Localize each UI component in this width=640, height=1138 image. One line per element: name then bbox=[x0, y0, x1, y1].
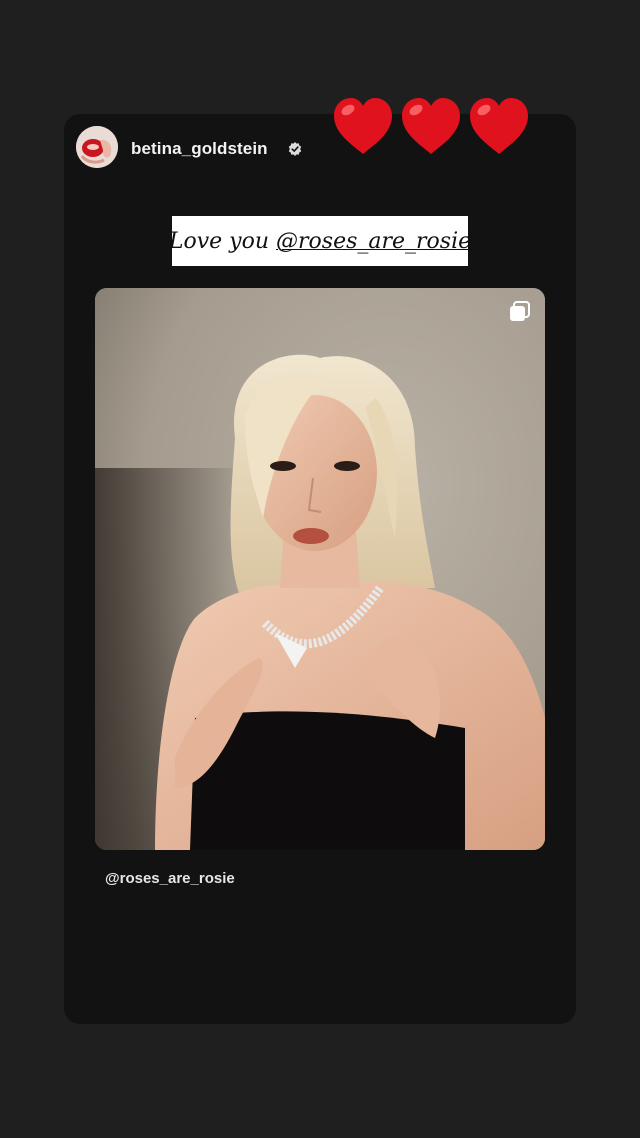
caption-sticker[interactable]: Love you @roses_are_rosie bbox=[169, 216, 471, 266]
story-screen: betina_goldstein Love you @roses_are_ros… bbox=[0, 0, 640, 1138]
caption-prefix: Love you bbox=[168, 228, 277, 254]
shared-post-photo[interactable] bbox=[95, 288, 545, 850]
carousel-icon bbox=[510, 301, 530, 321]
heart-icon bbox=[470, 98, 528, 154]
heart-icon bbox=[402, 98, 460, 154]
portrait-image bbox=[95, 288, 545, 850]
avatar-image bbox=[76, 126, 118, 168]
heart-icon bbox=[334, 98, 392, 154]
verified-badge-icon bbox=[288, 142, 302, 156]
caption-text: Love you @roses_are_rosie bbox=[169, 229, 471, 254]
caption-mention[interactable]: @roses_are_rosie bbox=[276, 229, 471, 254]
avatar[interactable] bbox=[76, 126, 118, 168]
username[interactable]: betina_goldstein bbox=[131, 139, 268, 159]
post-mention-link[interactable]: @roses_are_rosie bbox=[105, 870, 235, 887]
heart-sticker[interactable] bbox=[330, 94, 534, 162]
